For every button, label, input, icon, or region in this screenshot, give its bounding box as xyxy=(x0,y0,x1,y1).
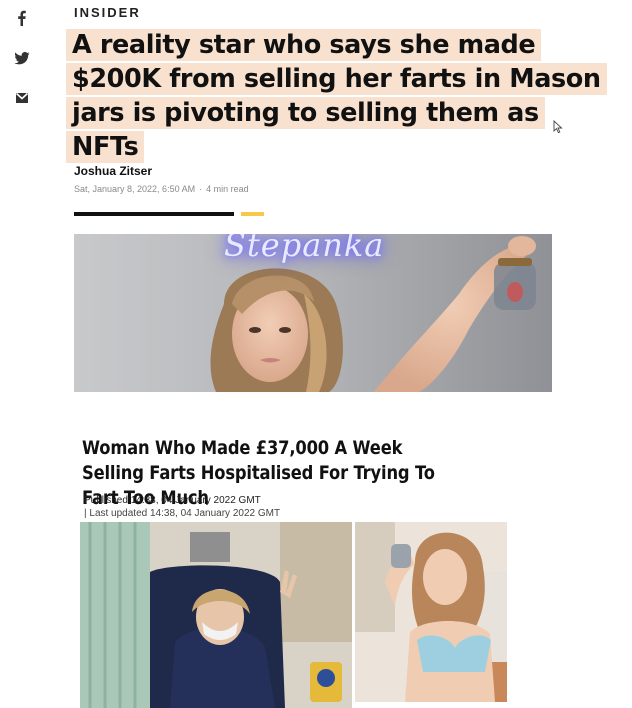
author-name[interactable]: Joshua Zitser xyxy=(74,164,152,178)
neon-sign-text: Stepanka xyxy=(224,234,385,264)
published-time: Published 14:38, 04 January 2022 GMT xyxy=(84,495,261,506)
publisher-logo[interactable]: INSIDER xyxy=(74,5,141,20)
kitchen-photo xyxy=(355,522,507,702)
hospital-illustration xyxy=(80,522,352,708)
headline-text: A reality star who says she made $200K f… xyxy=(66,29,607,163)
meta-separator: · xyxy=(199,184,203,194)
publish-date: Sat, January 8, 2022, 6:50 AM xyxy=(74,184,196,194)
hero-image: Stepanka xyxy=(74,234,552,392)
kitchen-illustration xyxy=(355,522,507,702)
twitter-icon[interactable] xyxy=(10,50,34,74)
divider-accent xyxy=(241,212,264,216)
read-time: 4 min read xyxy=(206,184,249,194)
updated-time: | Last updated 14:38, 04 January 2022 GM… xyxy=(84,508,281,519)
article-headline: A reality star who says she made $200K f… xyxy=(66,28,607,164)
hospital-photo xyxy=(80,522,352,708)
article-meta: Sat, January 8, 2022, 6:50 AM · 4 min read xyxy=(74,184,249,194)
share-rail xyxy=(10,10,34,130)
facebook-icon[interactable] xyxy=(10,10,34,34)
email-icon[interactable] xyxy=(10,90,34,114)
divider-bar xyxy=(74,212,234,216)
mouse-cursor-icon xyxy=(553,120,563,134)
